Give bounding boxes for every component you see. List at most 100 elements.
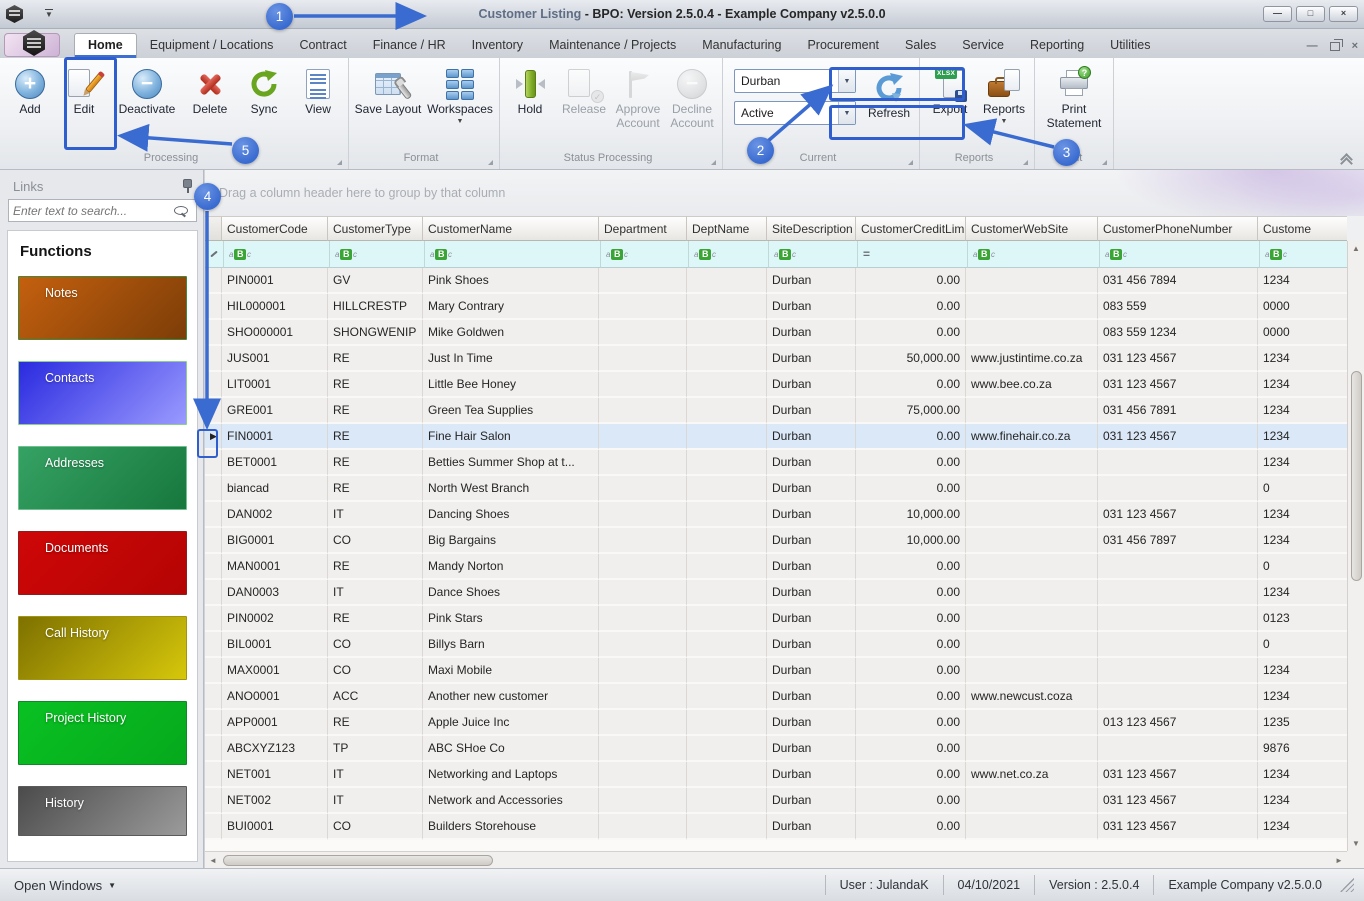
table-row-big0001[interactable]: BIG0001 CO Big Bargains Durban 10,000.00 031 … [205,528,1347,554]
save-layout-button[interactable]: Save Layout [352,61,424,117]
column-header-sitedescription[interactable]: SiteDescription [767,216,856,241]
equals-filter-icon[interactable]: = [863,247,870,261]
dialog-launcher-icon[interactable] [488,160,493,165]
close-button[interactable]: × [1329,6,1358,22]
horizontal-scrollbar[interactable]: ◄ ► [205,851,1347,868]
row-selector-cell[interactable] [205,528,222,554]
table-row-bet0001[interactable]: BET0001 RE Betties Summer Shop at t... Durb… [205,450,1347,476]
workspaces-button[interactable]: Workspaces ▼ [424,61,496,125]
filter-cell-customerwebsite[interactable]: aBc [968,241,1100,268]
column-header-customerphonenumber[interactable]: CustomerPhoneNumber [1098,216,1258,241]
application-button[interactable] [4,30,60,57]
column-header-customername[interactable]: CustomerName [423,216,599,241]
tab-contract[interactable]: Contract [286,34,359,58]
dialog-launcher-icon[interactable] [711,160,716,165]
tab-procurement[interactable]: Procurement [794,34,892,58]
row-selector-cell[interactable] [205,502,222,528]
reports-button[interactable]: Reports ▼ [977,61,1031,125]
approve-account-button[interactable]: Approve Account [611,61,665,131]
row-selector-cell[interactable] [205,632,222,658]
hold-button[interactable]: Hold [503,61,557,117]
row-selector-cell[interactable] [205,372,222,398]
filter-cell-sitedescription[interactable]: aBc [769,241,858,268]
row-selector-cell[interactable] [205,476,222,502]
table-row-max0001[interactable]: MAX0001 CO Maxi Mobile Durban 0.00 1234 [205,658,1347,684]
abc-filter-icon[interactable]: aBc [1105,248,1127,260]
table-row-pin0002[interactable]: PIN0002 RE Pink Stars Durban 0.00 0123 [205,606,1347,632]
minimize-button[interactable]: — [1263,6,1292,22]
table-row-gre001[interactable]: GRE001 RE Green Tea Supplies Durban 75,000.0… [205,398,1347,424]
search-icon[interactable] [174,206,188,215]
filter-cell-custome[interactable]: aBc [1260,241,1347,268]
column-header-customercreditlimit[interactable]: CustomerCreditLimit [856,216,966,241]
column-header-custome[interactable]: Custome [1258,216,1347,241]
tab-service[interactable]: Service [949,34,1017,58]
sync-button[interactable]: Sync [237,61,291,117]
table-row-app0001[interactable]: APP0001 RE Apple Juice Inc Durban 0.00 013 12… [205,710,1347,736]
table-row-bil0001[interactable]: BIL0001 CO Billys Barn Durban 0.00 0 [205,632,1347,658]
release-button[interactable]: ✓ Release [557,61,611,117]
row-selector-cell[interactable] [205,762,222,788]
abc-filter-icon[interactable]: aBc [694,248,716,260]
column-header-department[interactable]: Department [599,216,687,241]
abc-filter-icon[interactable]: aBc [1265,248,1287,260]
table-row-lit0001[interactable]: LIT0001 RE Little Bee Honey Durban 0.00 www.b… [205,372,1347,398]
view-button[interactable]: View [291,61,345,117]
tab-equipment-locations[interactable]: Equipment / Locations [137,34,287,58]
tab-utilities[interactable]: Utilities [1097,34,1163,58]
mdi-restore-button[interactable] [1329,39,1343,51]
decline-account-button[interactable]: − Decline Account [665,61,719,131]
row-selector-cell[interactable] [205,268,222,294]
group-by-panel[interactable]: Drag a column header here to group by th… [205,170,1364,216]
tab-maintenance-projects[interactable]: Maintenance / Projects [536,34,689,58]
column-header-customerwebsite[interactable]: CustomerWebSite [966,216,1098,241]
row-selector-cell[interactable] [205,684,222,710]
row-selector-cell[interactable] [205,814,222,840]
vertical-scrollbar[interactable]: ▲ ▼ [1347,241,1364,851]
function-button-documents[interactable]: Documents [18,531,187,595]
filter-cell-customercode[interactable]: aBc [224,241,330,268]
print-statement-button[interactable]: ? Print Statement [1038,61,1110,131]
table-row-dan002[interactable]: DAN002 IT Dancing Shoes Durban 10,000.00 031 … [205,502,1347,528]
maximize-button[interactable]: □ [1296,6,1325,22]
table-row-ano0001[interactable]: ANO0001 ACC Another new customer Durban 0.00… [205,684,1347,710]
function-button-history[interactable]: History [18,786,187,836]
column-header-customertype[interactable]: CustomerType [328,216,423,241]
tab-inventory[interactable]: Inventory [459,34,536,58]
vertical-scroll-thumb[interactable] [1350,371,1362,581]
dialog-launcher-icon[interactable] [1102,160,1107,165]
filter-cell-customertype[interactable]: aBc [330,241,425,268]
abc-filter-icon[interactable]: aBc [335,248,357,260]
filter-cell-customerphonenumber[interactable]: aBc [1100,241,1260,268]
row-selector-cell[interactable] [205,398,222,424]
resize-grip[interactable] [1340,878,1354,892]
mdi-close-button[interactable]: × [1352,41,1358,52]
dialog-launcher-icon[interactable] [908,160,913,165]
abc-filter-icon[interactable]: aBc [229,248,251,260]
filter-cell-deptname[interactable]: aBc [689,241,769,268]
scroll-left-icon[interactable]: ◄ [205,856,221,865]
deactivate-button[interactable]: − Deactivate [111,61,183,117]
mdi-minimize-button[interactable]: — [1307,41,1318,52]
pin-icon[interactable] [182,179,194,193]
abc-filter-icon[interactable]: aBc [606,248,628,260]
row-selector-cell[interactable] [205,710,222,736]
column-header-customercode[interactable]: CustomerCode [222,216,328,241]
table-row-jus001[interactable]: JUS001 RE Just In Time Durban 50,000.00 www.j… [205,346,1347,372]
filter-cell-customercreditlimit[interactable]: = [858,241,968,268]
row-selector-cell[interactable] [205,580,222,606]
table-row-net002[interactable]: NET002 IT Network and Accessories Durban 0.0… [205,788,1347,814]
function-button-project-history[interactable]: Project History [18,701,187,765]
table-row-bui0001[interactable]: BUI0001 CO Builders Storehouse Durban 0.00 03… [205,814,1347,840]
row-selector-cell[interactable] [205,320,222,346]
quick-access-caret-icon[interactable]: ▼ [45,9,53,19]
row-selector-cell[interactable] [205,346,222,372]
filter-cell-customername[interactable]: aBc [425,241,601,268]
open-windows-button[interactable]: Open Windows ▼ [14,878,116,893]
function-button-contacts[interactable]: Contacts [18,361,187,425]
tab-finance-hr[interactable]: Finance / HR [360,34,459,58]
add-button[interactable]: + Add [3,61,57,117]
row-selector-cell[interactable] [205,554,222,580]
search-input[interactable] [9,203,174,218]
scroll-right-icon[interactable]: ► [1331,856,1347,865]
